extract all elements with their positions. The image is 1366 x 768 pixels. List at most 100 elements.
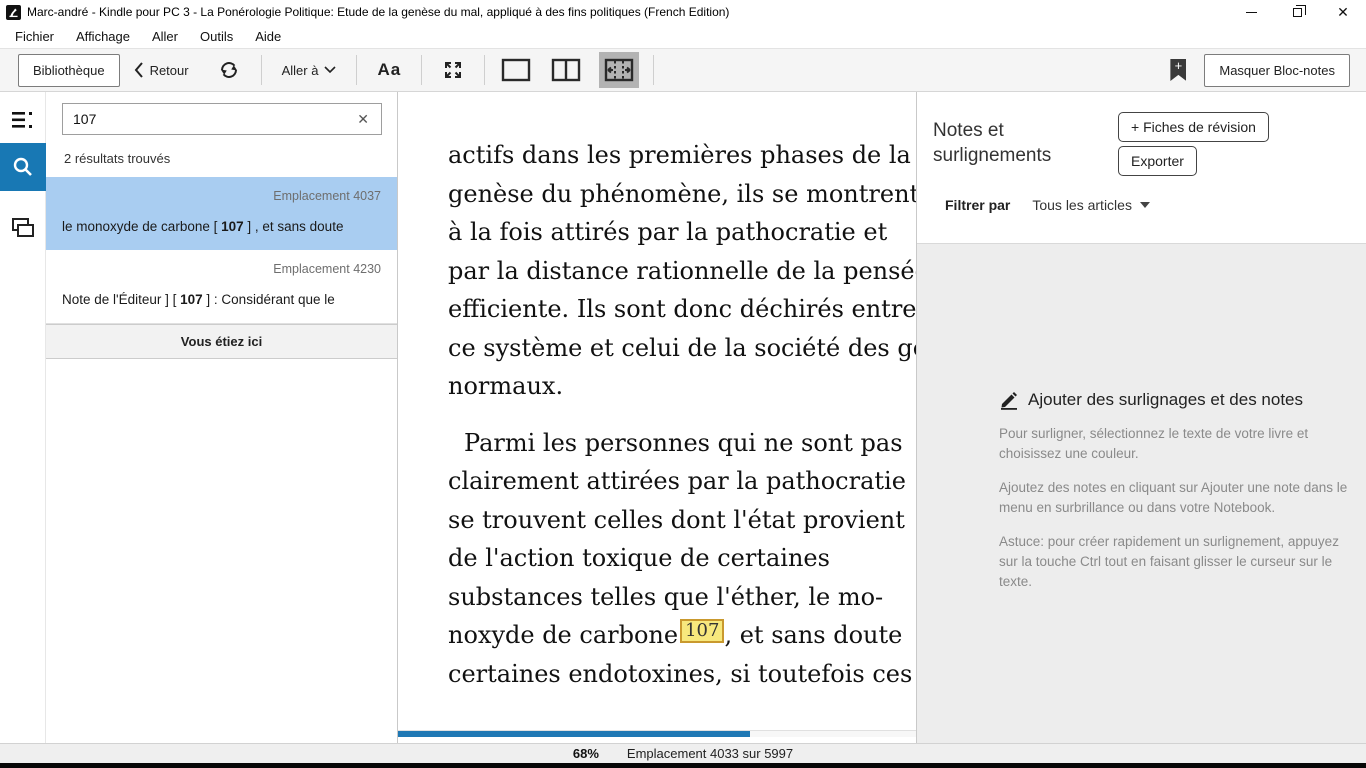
- progress-percent: 68%: [573, 746, 599, 761]
- menu-aller[interactable]: Aller: [141, 24, 189, 48]
- book-line-with-footnote: noxyde de carbone107, et sans doute: [448, 616, 916, 655]
- left-icon-rail: [0, 92, 46, 743]
- help-paragraph: Astuce: pour créer rapidement un surlign…: [999, 532, 1351, 592]
- notes-actions: + Fiches de révision Exporter: [1118, 112, 1269, 176]
- search-box: ✕: [62, 103, 382, 135]
- help-paragraph: Pour surligner, sélectionnez le texte de…: [999, 424, 1351, 464]
- search-clear-icon[interactable]: ✕: [345, 111, 381, 128]
- results-count: 2 résultats trouvés: [64, 151, 170, 166]
- notes-panel: Notes et surlignements + Fiches de révis…: [917, 92, 1366, 743]
- bookmark-button[interactable]: +: [1170, 59, 1186, 81]
- back-button[interactable]: Retour: [134, 62, 189, 78]
- snippet-pre: Note de l'Éditeur ] [: [62, 292, 180, 307]
- book-text: actifs dans les premières phases de la g…: [398, 92, 916, 693]
- sync-icon: [217, 58, 241, 82]
- toolbar-separator: [484, 55, 485, 85]
- search-tab-button[interactable]: [0, 143, 46, 191]
- line-pre: noxyde de carbone: [448, 621, 678, 649]
- chevron-left-icon: [134, 62, 144, 78]
- window-title: Marc-andré - Kindle pour PC 3 - La Ponér…: [27, 5, 729, 19]
- search-icon: [12, 156, 34, 178]
- restore-icon: [1293, 8, 1302, 17]
- snippet-post: ] , et sans doute: [244, 219, 344, 234]
- kindle-app-icon: [6, 5, 21, 20]
- notebook-view-icon: [604, 58, 634, 82]
- toc-list-icon: [12, 111, 34, 129]
- search-panel: ✕ 2 résultats trouvés Emplacement 4037 l…: [46, 92, 398, 743]
- search-result-row[interactable]: Emplacement 4037 le monoxyde de carbone …: [46, 177, 397, 250]
- minimize-button[interactable]: [1228, 0, 1274, 24]
- chevron-down-icon: [324, 66, 336, 74]
- toolbar-separator: [653, 55, 654, 85]
- minimize-icon: [1246, 12, 1257, 13]
- notes-header: Notes et surlignements + Fiches de révis…: [917, 92, 1366, 244]
- book-line: certaines endotoxines, si toutefois ces: [448, 655, 916, 694]
- fullscreen-button[interactable]: [442, 59, 464, 81]
- result-location: Emplacement 4037: [62, 189, 381, 203]
- paragraph: actifs dans les premières phases de la g…: [448, 136, 916, 406]
- you-were-here-button[interactable]: Vous étiez ici: [46, 324, 397, 359]
- title-bar: Marc-andré - Kindle pour PC 3 - La Ponér…: [0, 0, 1366, 24]
- line-post: , et sans doute: [724, 621, 902, 649]
- search-results-list: Emplacement 4037 le monoxyde de carbone …: [46, 177, 397, 359]
- menu-aide[interactable]: Aide: [244, 24, 292, 48]
- library-button[interactable]: Bibliothèque: [18, 54, 120, 87]
- content-area: ✕ 2 résultats trouvés Emplacement 4037 l…: [0, 92, 1366, 743]
- xray-flashcards-button[interactable]: [0, 205, 46, 251]
- caret-down-icon: [1140, 202, 1150, 208]
- kindle-window: Marc-andré - Kindle pour PC 3 - La Ponér…: [0, 0, 1366, 768]
- book-line: genèse du phénomène, ils se montrent: [448, 175, 916, 214]
- goto-label: Aller à: [282, 63, 319, 78]
- location-indicator: Emplacement 4033 sur 5997: [627, 746, 793, 761]
- back-label: Retour: [150, 63, 189, 78]
- export-button[interactable]: Exporter: [1118, 146, 1197, 176]
- menu-fichier[interactable]: Fichier: [4, 24, 65, 48]
- book-line: efficiente. Ils sont donc déchirés entre: [448, 290, 916, 329]
- footnote-link[interactable]: 107: [680, 619, 724, 643]
- toolbar-right-group: + Masquer Bloc-notes: [1170, 49, 1366, 91]
- notebook-view-button[interactable]: [599, 52, 639, 88]
- book-line: clairement attirées par la pathocratie: [448, 462, 916, 501]
- snippet-match: 107: [221, 219, 244, 234]
- book-line: se trouvent celles dont l'état provient: [448, 501, 916, 540]
- reading-progress-bar[interactable]: [398, 730, 916, 737]
- stacked-cards-icon: [12, 218, 34, 238]
- window-controls: ✕: [1228, 0, 1366, 24]
- reader-pane: actifs dans les premières phases de la g…: [398, 92, 917, 743]
- book-line: normaux.: [448, 367, 916, 406]
- menu-affichage[interactable]: Affichage: [65, 24, 141, 48]
- paragraph: Parmi les personnes qui ne sont pas clai…: [448, 424, 916, 694]
- single-page-view-button[interactable]: [499, 56, 533, 84]
- snippet-match: 107: [180, 292, 203, 307]
- goto-dropdown[interactable]: Aller à: [282, 63, 337, 78]
- search-input[interactable]: [63, 111, 345, 127]
- single-page-icon: [501, 58, 531, 82]
- menu-outils[interactable]: Outils: [189, 24, 244, 48]
- toolbar-separator: [421, 55, 422, 85]
- book-line: de l'action toxique de certaines: [448, 539, 916, 578]
- result-snippet: le monoxyde de carbone [ 107 ] , et sans…: [62, 219, 381, 234]
- flashcards-button[interactable]: + Fiches de révision: [1118, 112, 1269, 142]
- restore-button[interactable]: [1274, 0, 1320, 24]
- font-settings-button[interactable]: Aa: [377, 60, 401, 80]
- two-page-view-button[interactable]: [549, 56, 583, 84]
- search-result-row[interactable]: Emplacement 4230 Note de l'Éditeur ] [ 1…: [46, 250, 397, 324]
- book-line: actifs dans les premières phases de la: [448, 136, 916, 175]
- fullscreen-expand-icon: [442, 59, 464, 81]
- help-title: Ajouter des surlignages et des notes: [1028, 390, 1303, 410]
- table-of-contents-button[interactable]: [0, 97, 46, 143]
- snippet-post: ] : Considérant que le: [203, 292, 335, 307]
- book-line: ce système et celui de la société des ge…: [448, 329, 916, 368]
- progress-fill: [398, 731, 750, 737]
- result-snippet: Note de l'Éditeur ] [ 107 ] : Considéran…: [62, 292, 381, 307]
- close-button[interactable]: ✕: [1320, 0, 1366, 24]
- toolbar-separator: [261, 55, 262, 85]
- book-line: Parmi les personnes qui ne sont pas: [448, 424, 916, 463]
- toolbar-separator: [356, 55, 357, 85]
- two-page-icon: [551, 58, 581, 82]
- hide-notebook-button[interactable]: Masquer Bloc-notes: [1204, 54, 1350, 87]
- filter-dropdown[interactable]: Tous les articles: [1032, 197, 1150, 213]
- sync-button[interactable]: [217, 58, 241, 82]
- filter-label: Filtrer par: [945, 197, 1010, 213]
- help-paragraph: Ajoutez des notes en cliquant sur Ajoute…: [999, 478, 1351, 518]
